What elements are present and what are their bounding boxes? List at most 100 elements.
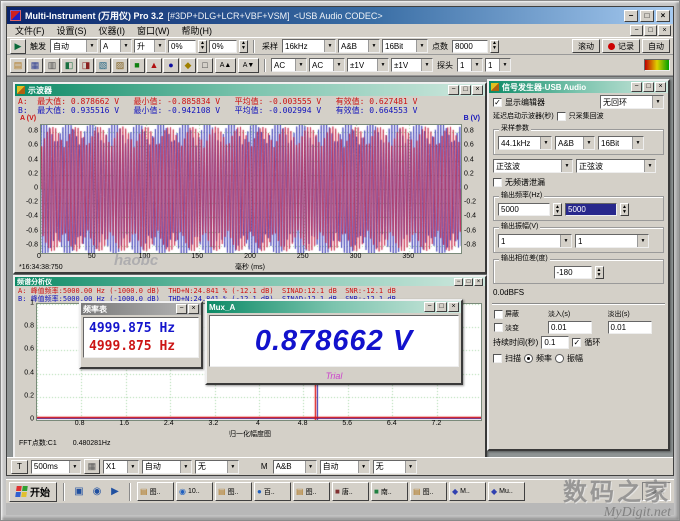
task-button-8[interactable]: ▤图.. xyxy=(410,482,447,501)
trigger-edge-select[interactable]: 升▼ xyxy=(134,39,166,53)
zoom-select[interactable]: X1▼ xyxy=(103,460,139,474)
sweep-frequency-radio[interactable] xyxy=(524,354,533,363)
settings-icon[interactable]: □ xyxy=(197,58,213,73)
trigger-level-spinner[interactable]: ▲▼ xyxy=(198,40,207,53)
waveform-b-select[interactable]: 正弦波▼ xyxy=(576,159,656,173)
osc-filter-select[interactable]: 无▼ xyxy=(195,460,239,474)
task-button-4[interactable]: ●百.. xyxy=(254,482,291,501)
trigger-icon[interactable]: ▶ xyxy=(10,39,26,54)
frequency-b-spinner[interactable]: ▲▼ xyxy=(620,203,629,216)
trigger-level-field[interactable]: 0% xyxy=(168,40,196,53)
spec-close-button[interactable]: × xyxy=(474,278,483,286)
mm-channel-select[interactable]: A&B▼ xyxy=(273,460,317,474)
save-icon[interactable]: ▦ xyxy=(27,58,43,73)
coupling-a-select[interactable]: AC▼ xyxy=(271,58,307,72)
range-b-select[interactable]: ±1V▼ xyxy=(391,58,433,72)
range-a-select[interactable]: ±1V▼ xyxy=(347,58,389,72)
zoom-in-icon[interactable]: ◨ xyxy=(78,58,94,73)
loop-checkbox[interactable]: ✓ xyxy=(572,338,581,347)
probe-b-select[interactable]: 1▼ xyxy=(485,58,511,72)
mm-mode-select[interactable]: 自动▼ xyxy=(320,460,370,474)
dmm-maximize-button[interactable]: □ xyxy=(436,302,447,312)
freq-minimize-button[interactable]: − xyxy=(176,304,187,314)
timebase-select[interactable]: 500ms▼ xyxy=(31,460,81,474)
fade-in-field[interactable]: 0.01 xyxy=(548,321,592,334)
probe-a-select[interactable]: 1▼ xyxy=(457,58,483,72)
task-button-7[interactable]: ■南.. xyxy=(371,482,408,501)
points-spinner[interactable]: ▲▼ xyxy=(490,40,499,53)
menu-item-3[interactable]: 仪器(I) xyxy=(93,24,132,37)
amplitude-a-select[interactable]: 1▼ xyxy=(498,234,572,248)
task-button-3[interactable]: ▤图.. xyxy=(215,482,252,501)
link-icon[interactable]: ◆ xyxy=(180,58,196,73)
fade-out-field[interactable]: 0.01 xyxy=(608,321,652,334)
spec-minimize-button[interactable]: − xyxy=(454,278,463,286)
maximize-button[interactable]: □ xyxy=(640,10,654,22)
freq-close-button[interactable]: × xyxy=(188,304,199,314)
dmm-close-button[interactable]: × xyxy=(448,302,459,312)
persist-icon[interactable]: ■ xyxy=(129,58,145,73)
menu-item-2[interactable]: 设置(S) xyxy=(51,24,93,37)
menu-item-5[interactable]: 帮助(H) xyxy=(176,24,219,37)
marker-icon[interactable]: ▲ xyxy=(146,58,162,73)
phase-field[interactable]: -180 xyxy=(554,266,592,279)
osc-close-button[interactable]: × xyxy=(472,85,483,95)
mdi-restore-button[interactable]: □ xyxy=(644,25,657,36)
start-button[interactable]: 开始 xyxy=(9,482,57,502)
osc-mode-select[interactable]: 自动▼ xyxy=(142,460,192,474)
mask-checkbox[interactable] xyxy=(494,310,503,319)
volume-icon[interactable]: ◄ xyxy=(649,487,658,497)
mdi-minimize-button[interactable]: − xyxy=(630,25,643,36)
panel-icon[interactable]: ▦ xyxy=(84,459,100,474)
task-button-1[interactable]: ▤图.. xyxy=(137,482,174,501)
mdi-close-button[interactable]: × xyxy=(658,25,671,36)
sg-close-button[interactable]: × xyxy=(655,82,666,92)
bit-depth-select[interactable]: 16Bit▼ xyxy=(382,39,428,53)
trigger-delay-spinner[interactable]: ▲▼ xyxy=(239,40,248,53)
pan-icon[interactable]: ▧ xyxy=(95,58,111,73)
output-frequency-a-field[interactable]: 5000 xyxy=(498,203,550,216)
show-desktop-icon[interactable]: ▣ xyxy=(71,484,87,500)
sample-rate-select[interactable]: 16kHz▼ xyxy=(282,39,336,53)
points-field[interactable]: 8000 xyxy=(452,40,488,53)
sg-maximize-button[interactable]: □ xyxy=(643,82,654,92)
trigger-mode-select[interactable]: 自动▼ xyxy=(50,39,98,53)
sweep-checkbox[interactable] xyxy=(493,354,502,363)
print-icon[interactable]: ▥ xyxy=(44,58,60,73)
minimize-button[interactable]: − xyxy=(624,10,638,22)
osc-maximize-button[interactable]: □ xyxy=(460,85,471,95)
sweep-amplitude-radio[interactable] xyxy=(555,354,564,363)
task-button-9[interactable]: ◆M.. xyxy=(449,482,486,501)
collect-return-checkbox[interactable] xyxy=(557,112,566,121)
frequency-a-spinner[interactable]: ▲▼ xyxy=(553,203,562,216)
roll-button[interactable]: 滚动 xyxy=(572,39,600,53)
loopback-select[interactable]: 无回环▼ xyxy=(600,95,664,109)
phase-spinner[interactable]: ▲▼ xyxy=(595,266,604,279)
coupling-b-select[interactable]: AC▼ xyxy=(309,58,345,72)
channel-a-scale-down-button[interactable]: A▼ xyxy=(238,58,259,73)
osc-minimize-button[interactable]: − xyxy=(448,85,459,95)
media-player-icon[interactable]: ▶ xyxy=(107,484,123,500)
no-leakage-checkbox[interactable] xyxy=(493,178,502,187)
show-editor-checkbox[interactable]: ✓ xyxy=(493,98,502,107)
sg-channels-select[interactable]: A&B▼ xyxy=(555,136,595,150)
trigger-delay-field[interactable]: 0% xyxy=(209,40,237,53)
task-button-10[interactable]: ◆Mu.. xyxy=(488,482,525,501)
duration-field[interactable]: 0.1 xyxy=(541,336,569,349)
trigger-source-select[interactable]: A▼ xyxy=(100,39,132,53)
auto-button[interactable]: 自动 xyxy=(642,39,670,53)
record-button[interactable]: 记录 xyxy=(602,39,640,53)
close-button[interactable]: × xyxy=(656,10,670,22)
spec-maximize-button[interactable]: □ xyxy=(464,278,473,286)
grid-icon[interactable]: ▨ xyxy=(112,58,128,73)
cursor-icon[interactable]: ● xyxy=(163,58,179,73)
waveform-a-select[interactable]: 正弦波▼ xyxy=(493,159,573,173)
timebase-button[interactable]: T xyxy=(11,460,28,474)
open-file-icon[interactable]: ▤ xyxy=(10,58,26,73)
channels-select[interactable]: A&B▼ xyxy=(338,39,380,53)
sg-minimize-button[interactable]: − xyxy=(631,82,642,92)
channel-a-scale-up-button[interactable]: A▲ xyxy=(215,58,236,73)
copy-icon[interactable]: ◧ xyxy=(61,58,77,73)
task-button-5[interactable]: ▤图.. xyxy=(293,482,330,501)
browser-icon[interactable]: ◉ xyxy=(89,484,105,500)
